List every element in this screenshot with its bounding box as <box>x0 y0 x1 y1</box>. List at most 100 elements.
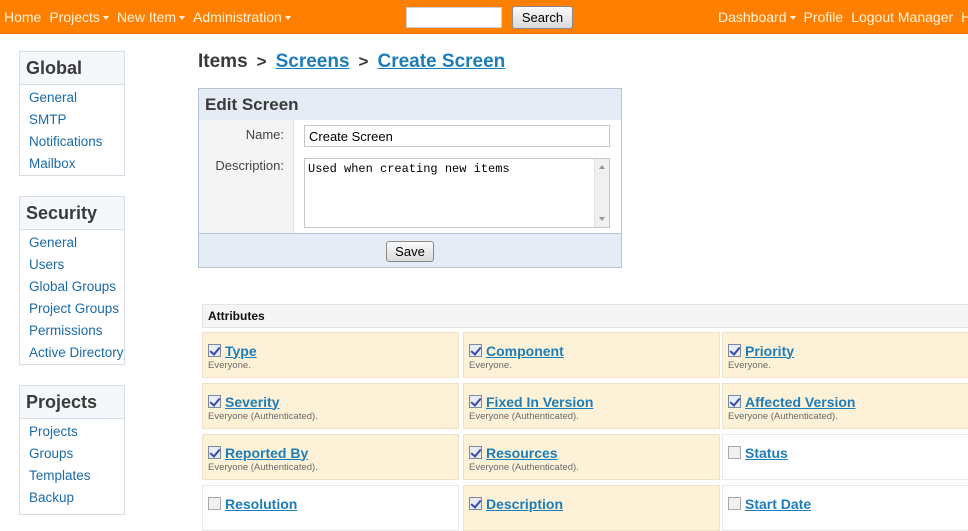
sidebar-item-users[interactable]: Users <box>20 254 124 276</box>
attribute-checkbox[interactable] <box>208 395 221 408</box>
chevron-down-icon <box>284 16 291 20</box>
sidebar-item-templates[interactable]: Templates <box>20 465 124 487</box>
attribute-cell: Component Everyone. <box>463 332 720 378</box>
nav-help-label: Help <box>961 9 968 25</box>
breadcrumb-current-link[interactable]: Create Screen <box>377 51 505 72</box>
nav-profile-label: Profile <box>803 9 844 25</box>
nav-new-item-label: New Item <box>116 9 177 25</box>
attribute-access: Everyone. <box>469 360 512 371</box>
attribute-link[interactable]: Component <box>486 343 564 359</box>
attribute-access: Everyone (Authenticated). <box>469 462 579 473</box>
save-button[interactable]: Save <box>386 241 434 262</box>
description-label: Description: <box>215 158 284 173</box>
sidebar-item-mailbox[interactable]: Mailbox <box>20 153 124 175</box>
nav-home-label: Home <box>4 9 42 25</box>
nav-dashboard[interactable]: Dashboard <box>718 9 796 25</box>
scroll-up-arrow-icon[interactable] <box>599 165 605 169</box>
panel-footer: Save <box>199 233 621 267</box>
attribute-link[interactable]: Priority <box>745 343 794 359</box>
attribute-access: Everyone. <box>208 360 251 371</box>
edit-screen-panel: Edit Screen Name: Description: Used when… <box>198 88 622 268</box>
attribute-cell: Affected Version Everyone (Authenticated… <box>722 383 968 429</box>
chevron-down-icon <box>179 16 186 20</box>
attribute-cell: Resolution <box>202 485 459 531</box>
attribute-link[interactable]: Fixed In Version <box>486 394 593 410</box>
chevron-down-icon <box>102 16 109 20</box>
nav-projects[interactable]: Projects <box>49 9 109 25</box>
sidebar-projects-title: Projects <box>20 386 124 419</box>
attribute-checkbox[interactable] <box>469 395 482 408</box>
sidebar-item-general[interactable]: General <box>20 87 124 109</box>
attribute-checkbox[interactable] <box>208 446 221 459</box>
attribute-access: Everyone (Authenticated). <box>469 411 579 422</box>
attribute-access: Everyone. <box>728 360 771 371</box>
attribute-link[interactable]: Description <box>486 496 563 512</box>
attribute-checkbox[interactable] <box>208 344 221 357</box>
top-nav-bar: Home Projects New Item Administration Se… <box>0 0 968 34</box>
sidebar-item-project-groups[interactable]: Project Groups <box>20 298 124 320</box>
panel-title: Edit Screen <box>199 89 621 120</box>
sidebar-item-smtp[interactable]: SMTP <box>20 109 124 131</box>
nav-dashboard-label: Dashboard <box>718 9 787 25</box>
breadcrumb-separator: > <box>256 52 267 71</box>
search-button[interactable]: Search <box>512 6 573 29</box>
name-label: Name: <box>245 127 284 142</box>
nav-profile[interactable]: Profile <box>804 9 844 25</box>
nav-right: Dashboard Profile Logout Manager Help <box>718 0 968 34</box>
attribute-access: Everyone (Authenticated). <box>728 411 838 422</box>
sidebar-item-global-groups[interactable]: Global Groups <box>20 276 124 298</box>
breadcrumb-items: Items <box>198 51 248 72</box>
attribute-checkbox[interactable] <box>728 395 741 408</box>
attribute-cell: Severity Everyone (Authenticated). <box>202 383 459 429</box>
description-scrollbar[interactable] <box>594 159 609 227</box>
nav-left: Home Projects New Item Administration <box>4 0 299 34</box>
sidebar-item-backup[interactable]: Backup <box>20 487 124 509</box>
sidebar-projects: Projects Projects Groups Templates Backu… <box>19 385 125 515</box>
breadcrumb-separator: > <box>358 52 369 71</box>
attribute-link[interactable]: Affected Version <box>745 394 855 410</box>
attribute-checkbox[interactable] <box>208 497 221 510</box>
sidebar-item-permissions[interactable]: Permissions <box>20 320 124 342</box>
search-input[interactable] <box>406 7 502 28</box>
attribute-cell: Description <box>463 485 720 531</box>
attribute-access: Everyone (Authenticated). <box>208 411 318 422</box>
sidebar-item-notifications[interactable]: Notifications <box>20 131 124 153</box>
attribute-link[interactable]: Resolution <box>225 496 297 512</box>
nav-administration[interactable]: Administration <box>193 9 291 25</box>
attribute-cell: Resources Everyone (Authenticated). <box>463 434 720 480</box>
attribute-link[interactable]: Reported By <box>225 445 308 461</box>
attribute-link[interactable]: Type <box>225 343 257 359</box>
nav-administration-label: Administration <box>193 9 282 25</box>
scroll-down-arrow-icon[interactable] <box>599 217 605 221</box>
sidebar-global: Global General SMTP Notifications Mailbo… <box>19 51 125 176</box>
attribute-link[interactable]: Status <box>745 445 788 461</box>
attribute-cell: Priority Everyone. <box>722 332 968 378</box>
sidebar-item-security-general[interactable]: General <box>20 232 124 254</box>
nav-logout[interactable]: Logout Manager <box>851 9 953 25</box>
sidebar-item-active-directory[interactable]: Active Directory <box>20 342 124 364</box>
breadcrumb: Items > Screens > Create Screen <box>198 51 505 75</box>
attribute-checkbox[interactable] <box>728 344 741 357</box>
attribute-checkbox[interactable] <box>469 344 482 357</box>
name-field[interactable] <box>304 125 610 147</box>
description-field[interactable]: Used when creating new items <box>304 158 610 228</box>
attribute-link[interactable]: Start Date <box>745 496 811 512</box>
attribute-checkbox[interactable] <box>469 497 482 510</box>
attribute-checkbox[interactable] <box>728 497 741 510</box>
attribute-cell: Fixed In Version Everyone (Authenticated… <box>463 383 720 429</box>
sidebar-item-projects[interactable]: Projects <box>20 421 124 443</box>
nav-new-item[interactable]: New Item <box>116 9 186 25</box>
attribute-cell: Type Everyone. <box>202 332 459 378</box>
breadcrumb-screens-link[interactable]: Screens <box>276 51 350 72</box>
sidebar-security-title: Security <box>20 197 124 230</box>
attribute-cell: Reported By Everyone (Authenticated). <box>202 434 459 480</box>
attribute-checkbox[interactable] <box>469 446 482 459</box>
nav-home[interactable]: Home <box>4 9 41 25</box>
attribute-checkbox[interactable] <box>728 446 741 459</box>
nav-logout-label: Logout Manager <box>851 9 954 25</box>
chevron-down-icon <box>789 16 796 20</box>
sidebar-item-groups[interactable]: Groups <box>20 443 124 465</box>
attribute-link[interactable]: Resources <box>486 445 558 461</box>
attribute-link[interactable]: Severity <box>225 394 279 410</box>
nav-help[interactable]: Help <box>961 9 968 25</box>
